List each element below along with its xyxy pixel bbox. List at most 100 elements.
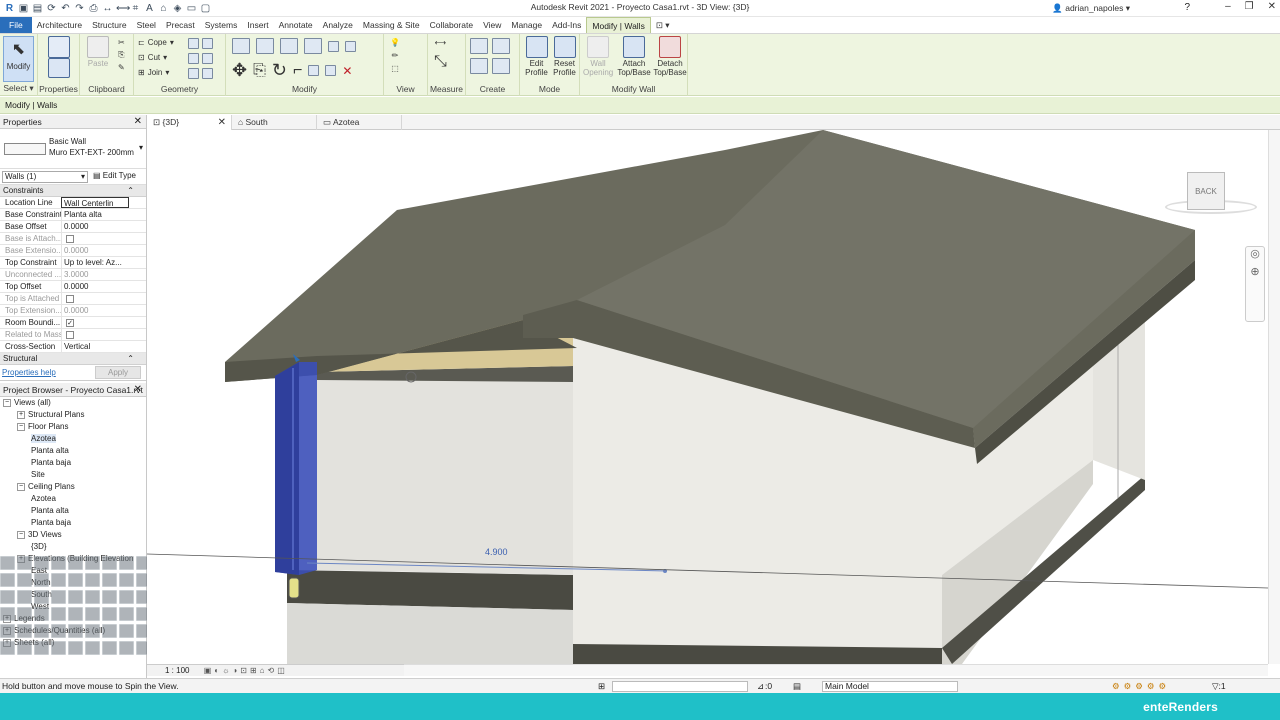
browser-node[interactable]: Planta baja xyxy=(0,517,146,529)
property-value[interactable]: Vertical xyxy=(61,341,129,352)
pin-icon[interactable] xyxy=(345,40,356,52)
copy-icon[interactable]: ⎘ xyxy=(118,50,124,60)
design-option-selector[interactable]: Main Model xyxy=(822,681,958,692)
browser-node[interactable]: Site xyxy=(0,469,146,481)
move-icon[interactable]: ✥ xyxy=(232,60,247,81)
workset-selector[interactable] xyxy=(612,681,748,692)
user-menu[interactable]: 👤 adrian_napoles ▾ xyxy=(1052,3,1130,14)
selection-options-icons[interactable]: ⚙⚙⚙⚙⚙ xyxy=(1112,679,1170,694)
view-tab-south[interactable]: ⌂ South xyxy=(232,115,317,130)
paint-icon[interactable] xyxy=(202,38,213,49)
detach-top-base-button[interactable]: Detach Top/Base xyxy=(653,36,687,77)
rotate-icon[interactable]: ↻ xyxy=(272,60,287,81)
tab-manage[interactable]: Manage xyxy=(506,17,547,33)
horizontal-scrollbar[interactable] xyxy=(404,664,1268,676)
property-value[interactable]: 0.0000 xyxy=(61,245,129,256)
worksets-icon[interactable]: ⊞ xyxy=(598,679,605,694)
close-tab-icon[interactable]: ✕ xyxy=(218,115,226,130)
type-properties-button[interactable] xyxy=(46,36,72,59)
tab-analyze[interactable]: Analyze xyxy=(318,17,358,33)
tab-annotate[interactable]: Annotate xyxy=(274,17,318,33)
match-properties-icon[interactable]: ✎ xyxy=(118,63,125,72)
aligned-dimension-icon[interactable]: ⤡ xyxy=(434,53,447,71)
trim-icon[interactable]: ⌐ xyxy=(293,62,302,80)
copy-element-icon[interactable]: ⎘ xyxy=(253,62,266,80)
tab-precast[interactable]: Precast xyxy=(161,17,200,33)
property-checkbox[interactable]: ✓ xyxy=(66,319,74,327)
mirror-axis-icon[interactable] xyxy=(280,38,298,54)
tab-options-icon[interactable]: ⊡ ▾ xyxy=(651,17,675,33)
create-group-icon[interactable] xyxy=(470,58,488,74)
browser-node[interactable]: Azotea xyxy=(0,493,146,505)
type-selector[interactable]: Basic Wall Muro EXT-EXT- 200mm ▾ xyxy=(0,129,146,169)
join-button[interactable]: ⊞ Join ▾ xyxy=(138,68,169,77)
tab-massing-site[interactable]: Massing & Site xyxy=(358,17,425,33)
instance-selector[interactable]: Walls (1) ▾ xyxy=(2,171,88,183)
select-panel-label[interactable]: Select ▾ xyxy=(0,83,37,94)
browser-node[interactable]: −3D Views xyxy=(0,529,146,541)
cut-button[interactable]: ⊡ Cut ▾ xyxy=(138,53,167,62)
scale-icon[interactable] xyxy=(325,65,337,76)
split-face-icon[interactable] xyxy=(188,38,199,49)
property-value[interactable]: 0.0000 xyxy=(61,305,129,316)
expand-toggle-icon[interactable]: − xyxy=(17,482,25,491)
design-options-icon[interactable]: ▤ xyxy=(793,679,801,694)
browser-node[interactable]: + Structural Plans xyxy=(0,409,146,421)
property-checkbox[interactable] xyxy=(66,331,74,339)
property-value[interactable]: Wall Centerlin xyxy=(61,197,129,208)
tab-steel[interactable]: Steel xyxy=(132,17,161,33)
offset-icon[interactable] xyxy=(256,38,274,54)
override-icon[interactable]: ✏ xyxy=(392,51,399,60)
tab-file[interactable]: File xyxy=(0,17,32,33)
property-value[interactable]: 3.0000 xyxy=(61,269,129,280)
tab-collaborate[interactable]: Collaborate xyxy=(425,17,478,33)
measure-distance-icon[interactable]: ⟷ xyxy=(435,38,446,47)
attach-top-base-button[interactable]: Attach Top/Base xyxy=(617,36,651,77)
selection-box-icon[interactable]: ⬚ xyxy=(391,64,399,73)
remove-paint-icon[interactable] xyxy=(202,68,213,79)
create-parts-icon[interactable] xyxy=(492,38,510,54)
create-similar-icon[interactable] xyxy=(492,58,510,74)
steering-wheel-icon[interactable]: ◎ xyxy=(1246,247,1264,265)
expand-toggle-icon[interactable]: − xyxy=(3,398,11,407)
tab-modify-walls[interactable]: Modify | Walls xyxy=(586,17,651,33)
property-value[interactable]: 0.0000 xyxy=(61,221,129,232)
expand-toggle-icon[interactable]: − xyxy=(17,422,25,431)
unjoin-icon[interactable] xyxy=(188,68,199,79)
paste-button[interactable]: Paste xyxy=(84,36,112,68)
view-control-icons[interactable]: ▣◐☼◑⊡⊞⌂⟲◫ xyxy=(204,666,288,675)
tab-structure[interactable]: Structure xyxy=(87,17,132,33)
close-properties-icon[interactable]: ✕ xyxy=(134,115,142,129)
array-icon[interactable] xyxy=(308,65,320,76)
browser-node[interactable]: − Views (all) xyxy=(0,397,146,409)
property-value[interactable]: Up to level: Az... xyxy=(61,257,129,268)
close-window-icon[interactable]: ✕ xyxy=(1268,1,1276,12)
split-icon[interactable] xyxy=(328,40,339,52)
expand-toggle-icon[interactable]: + xyxy=(17,410,25,419)
cut-clipboard-icon[interactable]: ✂ xyxy=(118,38,125,47)
view-tab-azotea[interactable]: ▭ Azotea xyxy=(317,115,402,130)
browser-node[interactable]: − Ceiling Plans xyxy=(0,481,146,493)
mirror-draw-icon[interactable] xyxy=(304,38,322,54)
create-assembly-icon[interactable] xyxy=(470,38,488,54)
minimize-icon[interactable]: – xyxy=(1225,1,1231,12)
property-checkbox[interactable] xyxy=(66,295,74,303)
viewcube[interactable]: BACK xyxy=(1163,170,1259,222)
expand-toggle-icon[interactable]: − xyxy=(17,530,25,539)
browser-node[interactable]: Planta alta xyxy=(0,445,146,457)
view-tab-3d[interactable]: ⊡ {3D} ✕ xyxy=(147,115,232,130)
tab-view[interactable]: View xyxy=(478,17,506,33)
wall-opening-button[interactable]: Wall Opening xyxy=(583,36,613,77)
delete-icon[interactable]: ✕ xyxy=(342,64,352,78)
zoom-icon[interactable]: ⊕ xyxy=(1246,265,1264,283)
restore-icon[interactable]: ❐ xyxy=(1245,1,1254,12)
constraints-section[interactable]: Constraints ⌃ xyxy=(0,185,146,197)
modify-button[interactable]: ⬉ Modify xyxy=(3,36,34,82)
view-scale[interactable]: 1 : 100 xyxy=(165,666,189,675)
property-value[interactable]: 0.0000 xyxy=(61,281,129,292)
tab-architecture[interactable]: Architecture xyxy=(32,17,87,33)
browser-node[interactable]: Planta baja xyxy=(0,457,146,469)
viewcube-face[interactable]: BACK xyxy=(1187,172,1225,210)
help-icon[interactable]: ? xyxy=(1184,2,1190,13)
browser-node[interactable]: {3D} xyxy=(0,541,146,553)
